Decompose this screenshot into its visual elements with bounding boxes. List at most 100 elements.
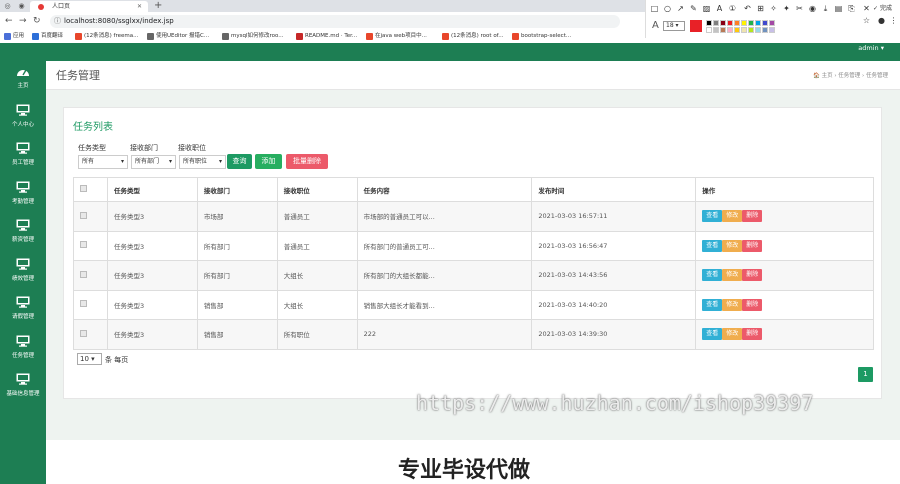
mosaic-icon[interactable]: ▨ xyxy=(702,4,711,13)
close-tab-icon[interactable]: ✕ xyxy=(137,1,142,12)
view-button[interactable]: 查看 xyxy=(702,239,723,252)
color-swatch[interactable] xyxy=(720,27,726,33)
add-button[interactable]: 添加 xyxy=(255,154,282,169)
batch-delete-button[interactable]: 批量删除 xyxy=(286,154,328,169)
undo-icon[interactable]: ↶ xyxy=(743,4,752,13)
sidebar-item[interactable]: 任务管理 xyxy=(0,331,46,367)
color-swatch[interactable] xyxy=(727,27,733,33)
edit-button[interactable]: 修改 xyxy=(722,269,743,282)
record-icon[interactable]: ◉ xyxy=(808,4,817,13)
font-size-select[interactable]: 18 ▾ xyxy=(663,21,685,31)
delete-button[interactable]: 删除 xyxy=(742,298,763,311)
row-checkbox[interactable] xyxy=(80,211,87,219)
copy-icon[interactable]: ⎘ xyxy=(847,4,856,13)
bookmark-item[interactable]: (12条消息) root of... xyxy=(442,30,503,43)
delete-button[interactable]: 删除 xyxy=(742,269,763,282)
color-swatch[interactable] xyxy=(706,20,712,26)
sidebar-item[interactable]: 请假管理 xyxy=(0,292,46,328)
color-swatch[interactable] xyxy=(755,20,761,26)
done-button[interactable]: ✓ 完成 xyxy=(873,3,892,14)
url-input[interactable]: ⓘ localhost:8080/ssglxx/index.jsp xyxy=(50,15,620,28)
row-checkbox[interactable] xyxy=(80,329,87,337)
new-tab-icon[interactable]: + xyxy=(154,0,162,11)
color-swatch[interactable] xyxy=(713,20,719,26)
color-swatch[interactable] xyxy=(748,27,754,33)
delete-button[interactable]: 删除 xyxy=(742,210,763,223)
view-button[interactable]: 查看 xyxy=(702,328,723,341)
reload-icon[interactable]: ↻ xyxy=(33,15,41,27)
color-swatch[interactable] xyxy=(741,27,747,33)
sidebar-item[interactable]: 个人中心 xyxy=(0,100,46,136)
scissors-icon[interactable]: ✂ xyxy=(795,4,804,13)
download-icon[interactable]: ⤓ xyxy=(821,4,830,13)
color-swatch[interactable] xyxy=(720,20,726,26)
site-info-icon[interactable]: ⓘ xyxy=(54,15,61,28)
pin-icon[interactable]: ✦ xyxy=(782,4,791,13)
color-swatch[interactable] xyxy=(741,20,747,26)
color-swatch[interactable] xyxy=(734,27,740,33)
task-type-select[interactable]: 所有 ▾ xyxy=(78,155,128,169)
color-swatch[interactable] xyxy=(727,20,733,26)
edit-button[interactable]: 修改 xyxy=(722,328,743,341)
more-icon[interactable]: ⋮ xyxy=(889,16,898,25)
view-button[interactable]: 查看 xyxy=(702,269,723,282)
color-swatch[interactable] xyxy=(713,27,719,33)
magic-icon[interactable]: ✧ xyxy=(769,4,778,13)
close-icon[interactable]: ✕ xyxy=(862,4,871,13)
view-button[interactable]: 查看 xyxy=(702,210,723,223)
back-icon[interactable]: ← xyxy=(5,15,13,27)
bookmark-item[interactable]: 应用 xyxy=(4,30,24,43)
bookmark-item[interactable]: (12条消息) freema... xyxy=(75,30,138,43)
color-swatch[interactable] xyxy=(762,20,768,26)
bookmark-item[interactable]: 使用UEditor 报错C... xyxy=(147,30,209,43)
pen-icon[interactable]: ✎ xyxy=(689,4,698,13)
row-checkbox[interactable] xyxy=(80,241,87,249)
number-icon[interactable]: ① xyxy=(728,4,737,13)
edit-button[interactable]: 修改 xyxy=(722,298,743,311)
query-button[interactable]: 查询 xyxy=(227,154,252,169)
star-icon[interactable]: ☆ xyxy=(862,16,871,25)
bookmark-item[interactable]: mysql如何修改roo... xyxy=(222,30,284,43)
save-icon[interactable]: ▤ xyxy=(834,4,843,13)
color-swatch[interactable] xyxy=(769,27,775,33)
bookmark-item[interactable]: README.md · Ter... xyxy=(296,30,357,43)
user-menu[interactable]: admin ▾ xyxy=(858,43,884,54)
sidebar-item[interactable]: 主页 xyxy=(0,61,46,97)
row-checkbox[interactable] xyxy=(80,270,87,278)
forward-icon[interactable]: → xyxy=(19,15,27,27)
color-swatch[interactable] xyxy=(755,27,761,33)
position-select[interactable]: 所有职位 ▾ xyxy=(179,155,226,169)
delete-button[interactable]: 删除 xyxy=(742,328,763,341)
ellipse-icon[interactable]: ○ xyxy=(663,4,672,13)
rectangle-icon[interactable]: □ xyxy=(650,4,659,13)
color-swatch[interactable] xyxy=(762,27,768,33)
browser-tab[interactable]: 人口页 ✕ xyxy=(30,1,148,12)
sidebar-item[interactable]: 薪资管理 xyxy=(0,215,46,251)
color-swatch[interactable] xyxy=(706,27,712,33)
sidebar-item[interactable]: 基础信息管理 xyxy=(0,369,46,405)
delete-button[interactable]: 删除 xyxy=(742,239,763,252)
row-checkbox[interactable] xyxy=(80,300,87,308)
select-all-checkbox[interactable] xyxy=(80,185,87,192)
view-button[interactable]: 查看 xyxy=(702,298,723,311)
sidebar-item[interactable]: 员工管理 xyxy=(0,138,46,174)
page-number-button[interactable]: 1 xyxy=(858,367,873,382)
blur-icon[interactable]: ⊞ xyxy=(756,4,765,13)
edit-button[interactable]: 修改 xyxy=(722,239,743,252)
window-menu-icon[interactable]: ◎ xyxy=(2,1,13,11)
color-swatch[interactable] xyxy=(748,20,754,26)
sidebar-item[interactable]: 考勤管理 xyxy=(0,177,46,213)
page-size-select[interactable]: 10 ▾ xyxy=(77,353,102,365)
current-color-swatch[interactable] xyxy=(690,20,702,32)
color-swatch[interactable] xyxy=(734,20,740,26)
account-icon[interactable]: ● xyxy=(877,16,886,25)
arrow-icon[interactable]: ↗ xyxy=(676,4,685,13)
sidebar-item[interactable]: 绩效管理 xyxy=(0,254,46,290)
bookmark-item[interactable]: 在java web项目中... xyxy=(366,30,427,43)
bookmark-item[interactable]: 百度翻译 xyxy=(32,30,63,43)
bookmark-item[interactable]: bootstrap-select... xyxy=(512,30,571,43)
dept-select[interactable]: 所有部门 ▾ xyxy=(131,155,176,169)
color-swatch[interactable] xyxy=(769,20,775,26)
edit-button[interactable]: 修改 xyxy=(722,210,743,223)
text-icon[interactable]: A xyxy=(715,4,724,13)
